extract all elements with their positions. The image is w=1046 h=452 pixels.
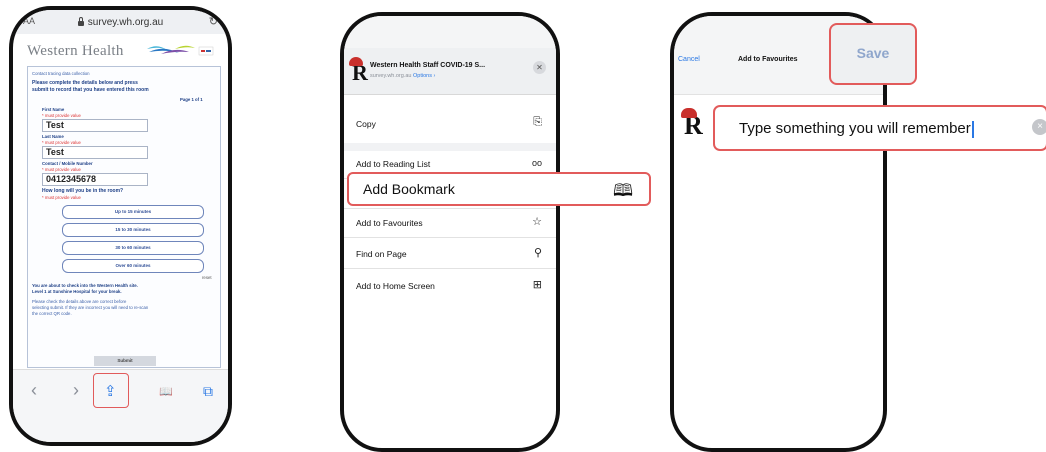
url-text[interactable]: survey.wh.org.au: [88, 17, 163, 28]
share-icon[interactable]: ⇪: [104, 382, 117, 400]
menu-item-label: Add to Reading List: [356, 159, 431, 169]
search-icon: ⚲: [533, 247, 542, 259]
duration-option-3[interactable]: 30 to 60 minutes: [62, 241, 204, 255]
add-bookmark-label: Add Bookmark: [363, 181, 455, 197]
menu-item-label: Add to Favourites: [356, 218, 423, 228]
first-name-input[interactable]: Test: [42, 119, 148, 132]
favourite-name-input[interactable]: Type something you will remember: [713, 105, 1046, 151]
share-card-subtitle: survey.wh.org.au Options ›: [370, 73, 435, 79]
save-button[interactable]: Save: [829, 23, 917, 85]
bookmarks-icon[interactable]: 📖: [159, 385, 173, 398]
menu-item-label: Find on Page: [356, 249, 407, 259]
last-name-input[interactable]: Test: [42, 146, 148, 159]
first-name-label: First Name: [42, 107, 65, 112]
menu-item-favourites[interactable]: Add to Favourites ☆: [344, 210, 556, 236]
safari-toolbar: ‹ › ⇪ 📖 ⧉: [13, 369, 228, 442]
form-note-3: Please check the details above are corre…: [32, 299, 127, 304]
duration-option-1[interactable]: Up to 15 minutes: [62, 205, 204, 219]
duration-option-2[interactable]: 15 to 30 minutes: [62, 223, 204, 237]
menu-item-add-bookmark[interactable]: Add Bookmark 🕮: [347, 172, 651, 206]
star-icon: ☆: [532, 216, 542, 228]
form-intro: Contact tracing data collection: [32, 71, 90, 76]
contact-required: * must provide value: [42, 167, 81, 172]
first-name-value: Test: [46, 120, 64, 130]
form-note-1: You are about to check into the Western …: [32, 283, 138, 288]
menu-item-find-on-page[interactable]: Find on Page ⚲: [344, 241, 556, 267]
menu-group-gap: [344, 143, 556, 151]
form-note-2: Level 1 at Sunshine Hospital for your br…: [32, 289, 122, 294]
reader-aa-button[interactable]: AA: [23, 16, 35, 26]
forward-icon[interactable]: ›: [73, 380, 79, 401]
menu-item-home-screen[interactable]: Add to Home Screen ⊞: [344, 273, 556, 299]
duration-question: How long will you be in the room?: [42, 188, 124, 194]
share-card-domain: survey.wh.org.au: [370, 73, 412, 79]
cancel-button[interactable]: Cancel: [678, 56, 700, 63]
copy-icon: ⎘: [533, 116, 542, 128]
menu-item-label: Add to Home Screen: [356, 281, 435, 291]
last-name-value: Test: [46, 147, 64, 157]
duration-required: * must provide value: [42, 195, 81, 200]
add-square-icon: ⊞: [532, 279, 542, 291]
western-health-logo-icon: [147, 45, 214, 56]
reading-list-icon: oo: [531, 158, 542, 168]
favourites-title: Add to Favourites: [738, 56, 798, 63]
menu-divider: [344, 268, 556, 269]
clear-text-icon[interactable]: ×: [1032, 119, 1046, 135]
site-r-logo-icon: R: [349, 57, 368, 86]
submit-button[interactable]: Submit: [94, 356, 156, 366]
contact-value: 0412345678: [46, 174, 97, 184]
lock-icon: [77, 16, 84, 26]
page-indicator: Page 1 of 1: [180, 97, 203, 102]
share-card-title: Western Health Staff COVID-19 S...: [370, 62, 486, 69]
form-note-5: the correct QR code.: [32, 311, 72, 316]
favourite-name-value: Type something you will remember: [739, 120, 974, 138]
tabs-icon[interactable]: ⧉: [203, 383, 213, 400]
phone-safari-form: AA survey.wh.org.au ↻ Western Health Con…: [9, 6, 232, 446]
form-instructions-2: submit to record that you have entered t…: [32, 87, 149, 93]
last-name-required: * must provide value: [42, 140, 81, 145]
book-icon: 🕮: [612, 181, 633, 200]
site-header: Western Health: [27, 42, 214, 62]
reset-link[interactable]: reset: [202, 275, 212, 280]
menu-item-copy[interactable]: Copy ⎘: [344, 111, 556, 137]
form-instructions-1: Please complete the details below and pr…: [32, 80, 138, 86]
contact-input[interactable]: 0412345678: [42, 173, 148, 186]
survey-form: Contact tracing data collection Please c…: [27, 66, 221, 368]
save-label: Save: [856, 45, 890, 61]
share-options-link[interactable]: Options ›: [413, 73, 435, 79]
reload-icon[interactable]: ↻: [209, 15, 218, 28]
menu-divider: [344, 208, 556, 209]
back-icon[interactable]: ‹: [31, 380, 37, 401]
menu-item-label: Copy: [356, 119, 376, 129]
last-name-label: Last Name: [42, 134, 64, 139]
phone-share-sheet: R Western Health Staff COVID-19 S... sur…: [340, 12, 560, 452]
site-r-logo-icon: R: [681, 108, 703, 141]
brand-name: Western Health: [27, 43, 124, 59]
first-name-required: * must provide value: [42, 113, 81, 118]
form-note-4: selecting submit. If they are incorrect …: [32, 305, 149, 310]
duration-option-4[interactable]: Over 60 minutes: [62, 259, 204, 273]
share-preview-card: [344, 48, 556, 95]
close-icon[interactable]: ✕: [533, 61, 546, 74]
text-caret: [971, 120, 974, 138]
address-bar[interactable]: AA survey.wh.org.au ↻: [13, 10, 228, 34]
contact-label: Contact / Mobile Number: [42, 161, 93, 166]
menu-divider: [344, 237, 556, 238]
